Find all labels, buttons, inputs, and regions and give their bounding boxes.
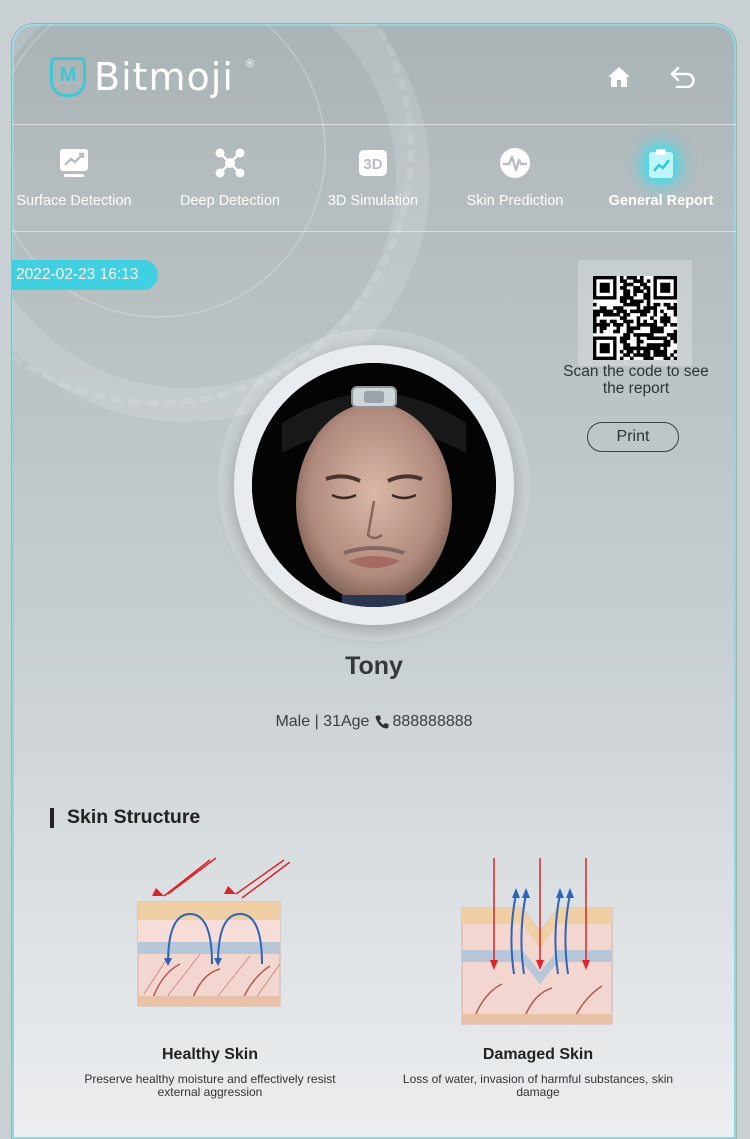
phone-icon (375, 715, 389, 729)
healthy-skin-title: Healthy Skin (161, 1046, 259, 1063)
print-button[interactable]: Print (587, 422, 679, 452)
brand-name: Bitmoji (94, 55, 234, 99)
svg-text:3D: 3D (363, 156, 382, 173)
skin-structure-heading: Skin Structure (50, 806, 200, 829)
tab-label: Deep Detection (180, 193, 280, 209)
tab-label: Skin Prediction (466, 193, 564, 209)
3d-box-icon: 3D (359, 150, 387, 176)
damaged-skin-diagram (461, 858, 613, 1025)
qr-card (578, 260, 692, 366)
home-button[interactable] (604, 62, 634, 92)
section-title: Skin Structure (67, 806, 201, 828)
damaged-skin-description: Loss of water, invasion of harmful subst… (402, 1072, 674, 1099)
healthy-skin-description: Preserve healthy moisture and effectivel… (84, 1072, 336, 1099)
client-name: Tony (345, 652, 403, 680)
registered-mark: ® (246, 58, 255, 70)
qr-code[interactable] (593, 276, 678, 361)
top-header: Bitmoji ® (12, 24, 736, 125)
home-icon (608, 67, 630, 87)
back-arrow-icon (670, 66, 695, 88)
chart-trend-icon (60, 149, 88, 177)
clipboard-chart-icon (649, 149, 673, 178)
report-screen: Bitmoji ® Surface Detection (12, 24, 736, 1139)
tab-skin-prediction[interactable]: Skin Prediction (443, 125, 587, 231)
client-phone: 888888888 (392, 713, 473, 730)
tab-label: General Report (608, 193, 714, 209)
client-info: Male | 31Age 888888888 (212, 713, 536, 731)
report-datetime: 2022-02-23 16:13 (12, 260, 158, 290)
healthy-skin-diagram (137, 857, 290, 1007)
client-gender-age: Male | 31Age (275, 713, 370, 730)
brand-mark-icon (50, 57, 86, 97)
damaged-skin-title: Damaged Skin (482, 1046, 594, 1063)
tab-3d-simulation[interactable]: 3D 3D Simulation (301, 125, 445, 231)
brand-logo: Bitmoji ® (50, 54, 254, 100)
tab-deep-detection[interactable]: Deep Detection (158, 125, 302, 231)
qr-code-icon (593, 276, 678, 361)
tab-label: 3D Simulation (327, 193, 419, 209)
avatar (252, 363, 496, 607)
face-photo (252, 363, 496, 607)
tab-general-report[interactable]: General Report (589, 125, 733, 231)
section-bar (50, 807, 54, 828)
qr-caption: Scan the code to see the report (563, 363, 709, 397)
module-tabs: Surface Detection Deep Detection 3D 3D S… (12, 125, 736, 232)
back-button[interactable] (668, 62, 698, 92)
pulse-icon (500, 148, 530, 178)
tab-label: Surface Detection (16, 193, 132, 209)
tab-surface-detection[interactable]: Surface Detection (12, 125, 146, 231)
molecule-icon (215, 148, 245, 178)
